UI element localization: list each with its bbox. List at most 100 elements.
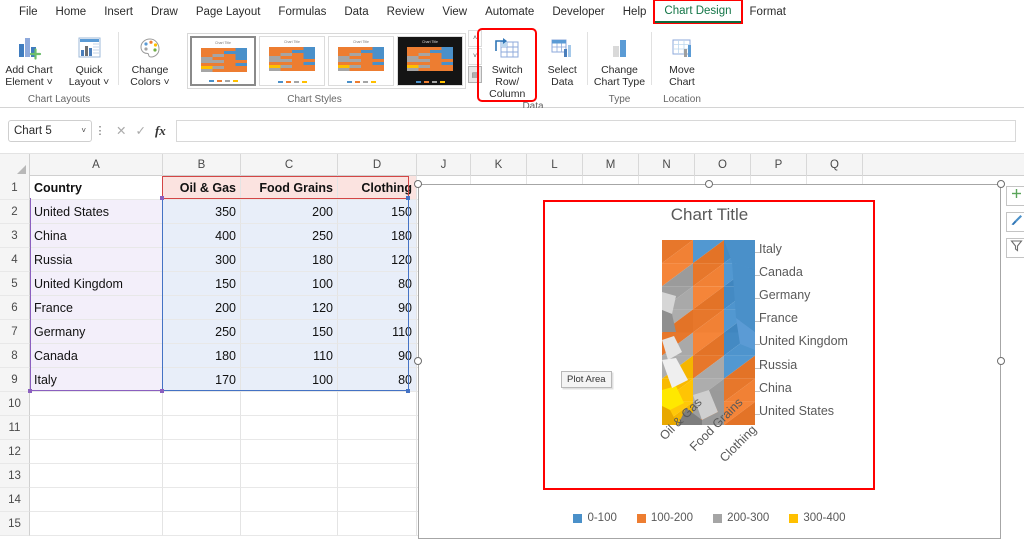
menu-item-page-layout[interactable]: Page Layout <box>187 2 270 22</box>
table-cell[interactable] <box>30 440 163 464</box>
table-cell[interactable]: France <box>30 296 163 320</box>
table-cell[interactable]: 100 <box>241 272 338 296</box>
chart-resize-handle-top-left[interactable] <box>414 180 422 188</box>
table-cell[interactable]: 120 <box>338 248 417 272</box>
column-header-n[interactable]: N <box>639 154 695 176</box>
table-cell[interactable] <box>241 464 338 488</box>
column-header-l[interactable]: L <box>527 154 583 176</box>
confirm-icon[interactable]: ✓ <box>135 123 145 138</box>
cancel-icon[interactable]: ✕ <box>116 123 126 138</box>
chart-plot-area[interactable] <box>662 240 755 425</box>
table-cell[interactable]: 120 <box>241 296 338 320</box>
row-header-8[interactable]: 8 <box>0 344 30 368</box>
chart-elements-button[interactable] <box>1006 186 1024 206</box>
menu-item-draw[interactable]: Draw <box>142 2 187 22</box>
chart-object[interactable]: Chart Title Italy Canada Germany France Unit… <box>418 184 1001 539</box>
add-chart-element-button[interactable]: Add Chart Element ˅ <box>0 30 58 88</box>
row-header-13[interactable]: 13 <box>0 464 30 488</box>
table-cell[interactable]: 110 <box>241 344 338 368</box>
row-header-5[interactable]: 5 <box>0 272 30 296</box>
menu-item-view[interactable]: View <box>433 2 476 22</box>
column-header-d[interactable]: D <box>338 154 417 176</box>
chevron-down-icon[interactable]: ˅ <box>81 126 86 135</box>
switch-row-column-button[interactable]: Switch Row/ Column <box>476 28 538 102</box>
table-cell[interactable] <box>241 392 338 416</box>
table-cell[interactable] <box>30 488 163 512</box>
chart-style-thumbnail[interactable]: Chart Title <box>328 36 394 86</box>
move-chart-button[interactable]: Move Chart <box>653 30 711 88</box>
table-header-cell[interactable]: Food Grains <box>241 176 338 200</box>
change-colors-button[interactable]: Change Colors ˅ <box>121 30 179 88</box>
select-data-button[interactable]: Select Data <box>537 30 587 88</box>
selection-handle[interactable] <box>406 389 410 393</box>
table-cell[interactable]: Russia <box>30 248 163 272</box>
table-cell[interactable]: 180 <box>163 344 241 368</box>
table-cell[interactable]: 170 <box>163 368 241 392</box>
table-cell[interactable]: 90 <box>338 296 417 320</box>
chart-resize-handle-middle-right[interactable] <box>997 357 1005 365</box>
table-cell[interactable] <box>338 512 417 536</box>
table-cell[interactable]: Italy <box>30 368 163 392</box>
table-cell[interactable]: 150 <box>163 272 241 296</box>
table-cell[interactable]: Canada <box>30 344 163 368</box>
row-header-1[interactable]: 1 <box>0 176 30 200</box>
table-cell[interactable]: 110 <box>338 320 417 344</box>
menu-item-formulas[interactable]: Formulas <box>269 2 335 22</box>
table-cell[interactable]: 400 <box>163 224 241 248</box>
table-cell[interactable]: 150 <box>338 200 417 224</box>
column-header-a[interactable]: A <box>30 154 163 176</box>
chart-legend[interactable]: 0-100 100-200 200-300 300-400 <box>419 512 1000 524</box>
table-cell[interactable] <box>338 464 417 488</box>
table-cell[interactable]: 150 <box>241 320 338 344</box>
chart-style-thumbnail[interactable]: Chart Title <box>190 36 256 86</box>
table-cell[interactable] <box>163 416 241 440</box>
chart-filters-button[interactable] <box>1006 238 1024 258</box>
menu-item-home[interactable]: Home <box>47 2 96 22</box>
select-all-corner[interactable] <box>0 154 30 176</box>
table-cell[interactable] <box>163 512 241 536</box>
formula-input[interactable] <box>175 119 1016 142</box>
selection-handle[interactable] <box>406 196 410 200</box>
column-header-m[interactable]: M <box>583 154 639 176</box>
table-cell[interactable]: 180 <box>338 224 417 248</box>
table-cell[interactable]: 200 <box>241 200 338 224</box>
table-cell[interactable]: 90 <box>338 344 417 368</box>
chart-styles-button[interactable] <box>1006 212 1024 232</box>
chart-style-thumbnail[interactable]: Chart Title <box>259 36 325 86</box>
menu-item-automate[interactable]: Automate <box>476 2 543 22</box>
column-header-p[interactable]: P <box>751 154 807 176</box>
menu-item-file[interactable]: File <box>10 2 47 22</box>
table-cell[interactable]: 180 <box>241 248 338 272</box>
row-header-12[interactable]: 12 <box>0 440 30 464</box>
row-header-7[interactable]: 7 <box>0 320 30 344</box>
selection-handle[interactable] <box>160 389 164 393</box>
menu-item-chart-design[interactable]: Chart Design <box>653 0 743 25</box>
table-cell[interactable]: China <box>30 224 163 248</box>
table-cell[interactable]: Germany <box>30 320 163 344</box>
row-header-14[interactable]: 14 <box>0 488 30 512</box>
chart-resize-handle-middle-left[interactable] <box>414 357 422 365</box>
table-cell[interactable] <box>163 464 241 488</box>
row-header-4[interactable]: 4 <box>0 248 30 272</box>
legend-item[interactable]: 100-200 <box>636 512 693 524</box>
chart-title[interactable]: Chart Title <box>419 205 1000 225</box>
row-header-6[interactable]: 6 <box>0 296 30 320</box>
legend-item[interactable]: 300-400 <box>789 512 846 524</box>
table-cell[interactable]: 200 <box>163 296 241 320</box>
table-cell[interactable] <box>30 464 163 488</box>
table-cell[interactable] <box>30 416 163 440</box>
column-header-b[interactable]: B <box>163 154 241 176</box>
insert-function-icon[interactable]: fx <box>155 123 166 139</box>
menu-item-developer[interactable]: Developer <box>543 2 613 22</box>
row-header-15[interactable]: 15 <box>0 512 30 536</box>
table-cell[interactable] <box>30 392 163 416</box>
table-cell[interactable] <box>241 416 338 440</box>
row-header-11[interactable]: 11 <box>0 416 30 440</box>
column-header-k[interactable]: K <box>471 154 527 176</box>
table-cell[interactable] <box>163 392 241 416</box>
chart-resize-handle-top-center[interactable] <box>705 180 713 188</box>
table-cell[interactable] <box>338 416 417 440</box>
legend-item[interactable]: 0-100 <box>573 512 617 524</box>
table-cell[interactable] <box>338 392 417 416</box>
table-cell[interactable]: 100 <box>241 368 338 392</box>
